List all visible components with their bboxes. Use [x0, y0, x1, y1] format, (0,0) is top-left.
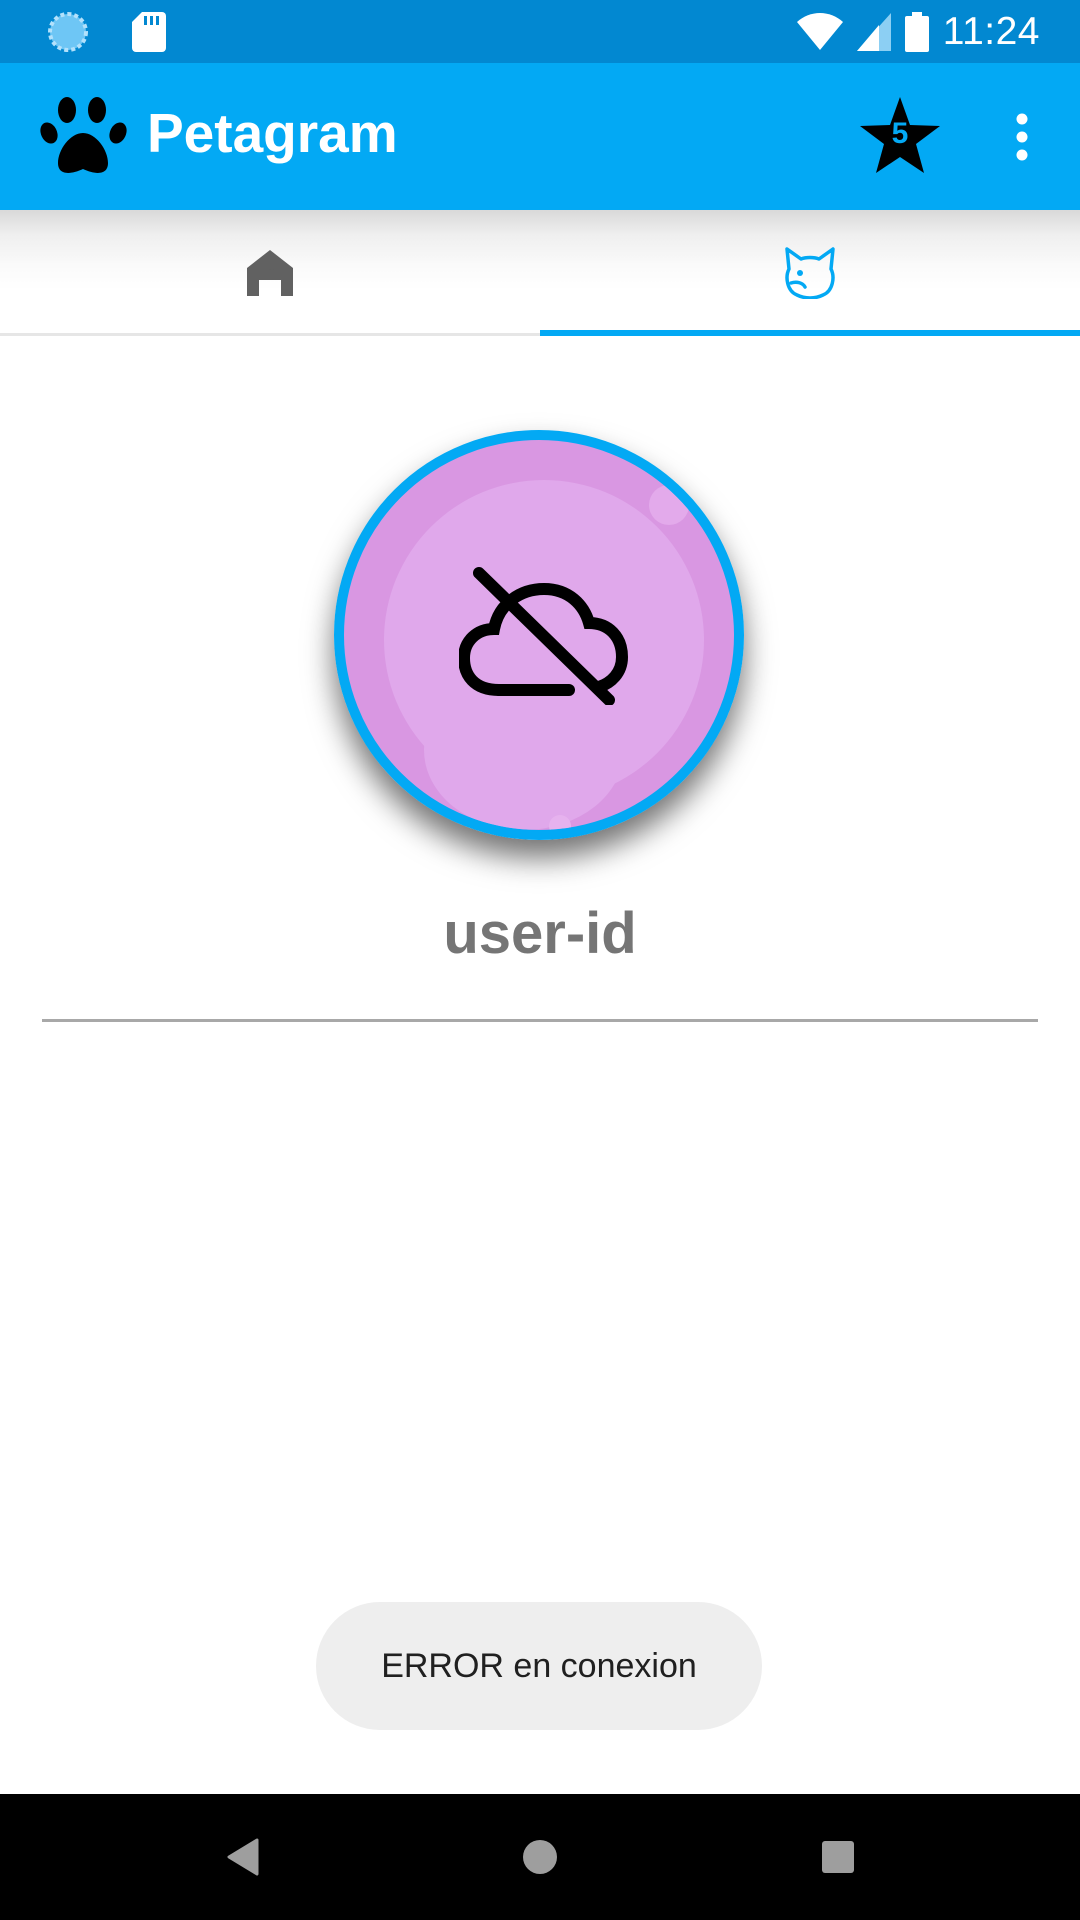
screen: 11:24 Petagram 5 user-id ERROR en conexi… — [0, 0, 1080, 1920]
app-title: Petagram — [147, 102, 398, 164]
system-nav-bar — [0, 1794, 1080, 1920]
cloud-off-icon — [459, 567, 629, 705]
avatar[interactable] — [334, 430, 744, 840]
status-bar: 11:24 — [0, 0, 1080, 63]
avatar-decoration — [649, 485, 689, 525]
nav-home-button[interactable] — [480, 1794, 600, 1920]
tab-home[interactable] — [0, 210, 540, 336]
toast-message: ERROR en conexion — [381, 1646, 697, 1685]
app-bar: Petagram 5 — [0, 63, 1080, 210]
favorites-count: 5 — [891, 117, 909, 150]
paw-icon — [40, 97, 127, 173]
sync-icon — [48, 12, 88, 52]
nav-back-button[interactable] — [182, 1794, 302, 1920]
cell-signal-icon — [856, 12, 891, 51]
favorites-button[interactable]: 5 — [858, 95, 942, 179]
home-icon — [247, 250, 293, 296]
user-id-label: user-id — [443, 901, 637, 966]
error-toast: ERROR en conexion — [316, 1602, 762, 1730]
avatar-decoration — [549, 815, 571, 830]
tab-indicator — [540, 330, 1080, 336]
battery-icon — [904, 11, 929, 52]
more-vert-icon[interactable] — [1000, 113, 1044, 161]
tab-bar — [0, 210, 1080, 336]
nav-recents-button[interactable] — [778, 1794, 898, 1920]
status-left-icons — [46, 10, 166, 54]
dog-face-icon — [785, 247, 835, 299]
recents-icon — [822, 1841, 854, 1873]
tab-profile[interactable] — [540, 210, 1080, 336]
divider — [42, 1019, 1038, 1022]
wifi-icon — [796, 12, 843, 50]
status-time: 11:24 — [942, 9, 1040, 53]
back-icon — [227, 1838, 259, 1876]
status-right-icons: 11:24 — [796, 0, 1040, 63]
avatar-circle — [334, 430, 744, 840]
home-circle-icon — [523, 1840, 557, 1874]
sd-card-icon — [132, 12, 166, 52]
